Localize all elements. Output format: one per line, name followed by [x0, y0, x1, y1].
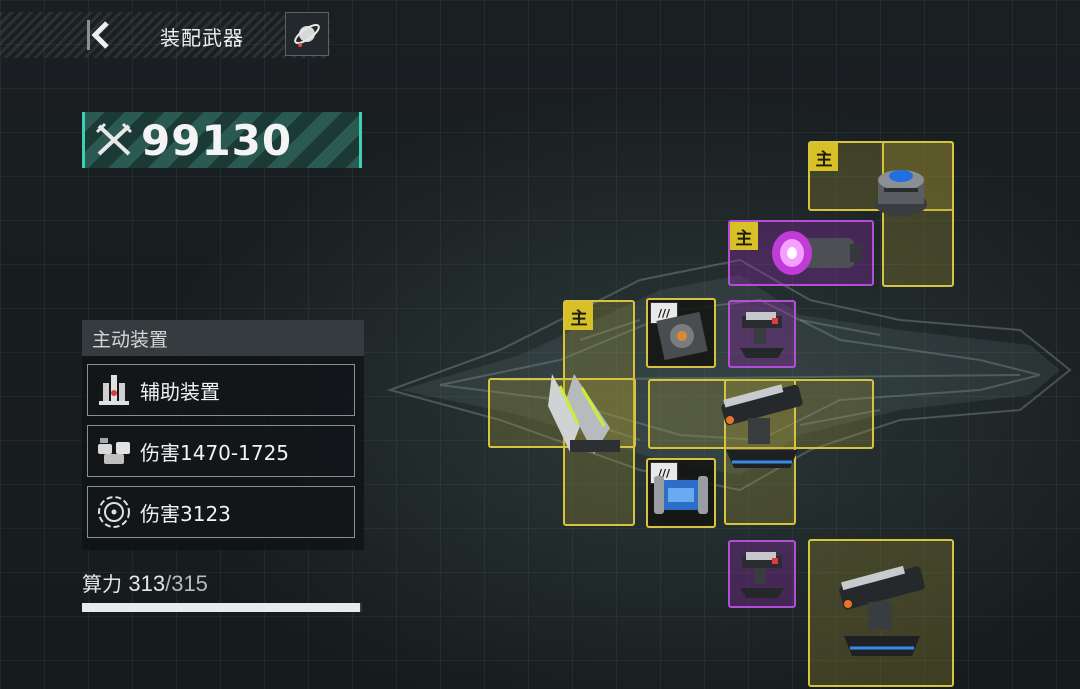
panel-title: 主动装置	[82, 320, 364, 356]
combat-power-banner: 99130	[82, 112, 362, 168]
active-device-panel: 主动装置 辅助装置 伤害1470-1725 伤害3123	[82, 320, 364, 550]
slot-label: 伤害3123	[140, 501, 231, 526]
back-button[interactable]	[84, 16, 118, 54]
main-badge: 主	[730, 222, 758, 250]
compute-readout: 算力 313/315	[82, 568, 208, 597]
compute-bar	[82, 603, 362, 612]
slot-damage-single[interactable]: 伤害3123	[87, 486, 355, 538]
target-ring-icon	[94, 492, 134, 532]
compute-bar-fill	[82, 603, 361, 612]
main-badge: 主	[565, 302, 593, 330]
heavy-cannon-icon	[721, 384, 803, 468]
compute-used: 313	[128, 571, 166, 596]
main-badge: 主	[810, 143, 838, 171]
assist-device-icon	[94, 370, 134, 410]
slot-damage-range[interactable]: 伤害1470-1725	[87, 425, 355, 477]
slot-label: 辅助装置	[140, 379, 220, 404]
planet-icon	[294, 23, 320, 47]
planet-button[interactable]	[285, 12, 329, 56]
compute-label: 算力	[82, 572, 122, 596]
heavy-cannon-icon	[839, 565, 925, 656]
slot-label: 伤害1470-1725	[140, 440, 290, 465]
slot-assist-device[interactable]: 辅助装置	[87, 364, 355, 416]
energy-cell-icon	[654, 476, 708, 514]
plasma-engine-icon	[772, 231, 862, 275]
turret-cluster-icon	[94, 431, 134, 471]
circuit-chip-icon	[656, 311, 708, 361]
shield-generator-icon	[875, 170, 927, 216]
chevron-left-icon	[87, 20, 109, 50]
small-turret-icon	[740, 552, 784, 598]
compute-max: 315	[171, 571, 208, 596]
crossed-swords-icon	[95, 122, 133, 156]
small-turret-icon	[740, 312, 784, 358]
page-title: 装配武器	[160, 26, 244, 50]
combat-power-value: 99130	[141, 116, 293, 165]
missile-launcher-icon	[548, 374, 620, 454]
